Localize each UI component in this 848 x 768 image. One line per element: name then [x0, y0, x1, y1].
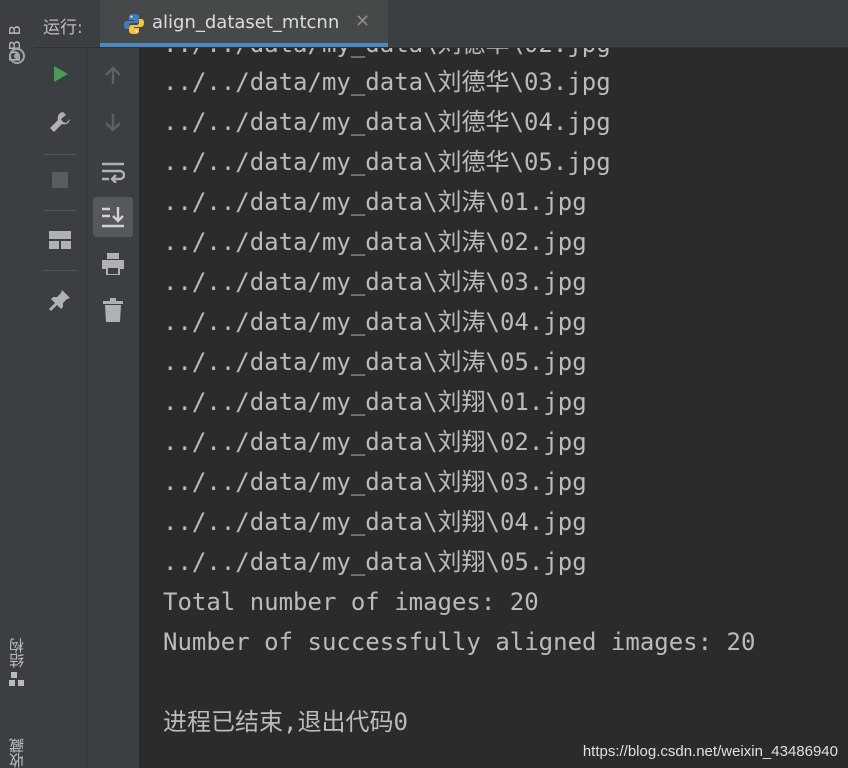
structure-icon — [9, 672, 24, 686]
trash-icon — [103, 298, 123, 322]
run-toolbar-secondary — [87, 48, 140, 768]
layout-icon — [49, 231, 71, 249]
run-panel-header: 运行: align_dataset_mtcnn ✕ — [35, 0, 848, 48]
console-line: ../../data/my_data\刘翔\05.jpg — [163, 548, 587, 576]
layout-button[interactable] — [40, 220, 80, 260]
console-line: ../../data/my_data\刘翔\02.jpg — [163, 428, 587, 456]
console-line: ../../data/my_data\刘涛\03.jpg — [163, 268, 587, 296]
active-tab-indicator — [100, 43, 388, 47]
console-line: ../../data/my_data\刘涛\04.jpg — [163, 308, 587, 336]
favorites-tab[interactable]: 收藏 — [6, 716, 27, 768]
next-occurrence-button[interactable] — [93, 102, 133, 142]
left-tool-strip: DB B 结构 收藏 — [0, 0, 36, 768]
console-line: ../../data/my_data\刘涛\01.jpg — [163, 188, 587, 216]
print-icon — [102, 253, 124, 275]
wrench-icon — [50, 112, 70, 132]
run-toolbar-primary — [35, 48, 87, 768]
structure-tab[interactable]: 结构 — [6, 620, 27, 668]
scroll-to-end-icon — [102, 207, 124, 228]
stop-button[interactable] — [40, 160, 80, 200]
toolbar-separator — [43, 210, 77, 211]
console-line: ../../data/my_data\刘翔\04.jpg — [163, 508, 587, 536]
console-line: ../../data/my_data\刘德华\05.jpg — [163, 148, 611, 176]
pin-icon — [49, 290, 70, 311]
stop-icon — [52, 172, 68, 188]
scroll-to-end-button[interactable] — [93, 197, 133, 237]
close-icon[interactable]: ✕ — [355, 11, 370, 32]
python-icon — [124, 14, 144, 34]
clear-all-button[interactable] — [93, 290, 133, 330]
soft-wrap-icon — [102, 162, 125, 183]
console-line: ../../data/my_data\刘翔\03.jpg — [163, 468, 587, 496]
favorites-tab-label: 收藏 — [8, 738, 26, 768]
watermark: https://blog.csdn.net/weixin_43486940 — [582, 743, 838, 760]
console-line: ../../data/my_data\刘德华\04.jpg — [163, 108, 611, 136]
toolbar-separator — [43, 270, 77, 271]
edit-configuration-button[interactable] — [40, 102, 80, 142]
arrow-up-icon — [105, 66, 121, 84]
arrow-down-icon — [105, 114, 121, 132]
console-line: ../../data/my_data\刘翔\01.jpg — [163, 388, 587, 416]
run-tab-label: align_dataset_mtcnn — [152, 12, 340, 33]
console-output[interactable]: ../../data/my_data\刘德华\02.jpg ../../data… — [139, 48, 848, 768]
rerun-button[interactable] — [40, 54, 80, 94]
previous-occurrence-button[interactable] — [93, 56, 133, 96]
run-tab[interactable]: align_dataset_mtcnn ✕ — [100, 0, 388, 47]
console-line: ../../data/my_data\刘涛\02.jpg — [163, 228, 587, 256]
soft-wrap-button[interactable] — [93, 152, 133, 192]
structure-tab-label: 结构 — [8, 638, 26, 668]
console-line: ../../data/my_data\刘德华\03.jpg — [163, 68, 611, 96]
toolbar-separator — [43, 154, 77, 155]
console-line-total: Total number of images: 20 — [163, 588, 539, 616]
run-label: 运行: — [43, 18, 83, 38]
process-exit-message: 进程已结束,退出代码0 — [163, 708, 408, 736]
run-icon — [54, 66, 68, 82]
db-browser-icon — [9, 48, 25, 64]
pin-tab-button[interactable] — [40, 280, 80, 320]
console-line-aligned: Number of successfully aligned images: 2… — [163, 628, 756, 656]
console-line: ../../data/my_data\刘涛\05.jpg — [163, 348, 587, 376]
print-button[interactable] — [93, 244, 133, 284]
